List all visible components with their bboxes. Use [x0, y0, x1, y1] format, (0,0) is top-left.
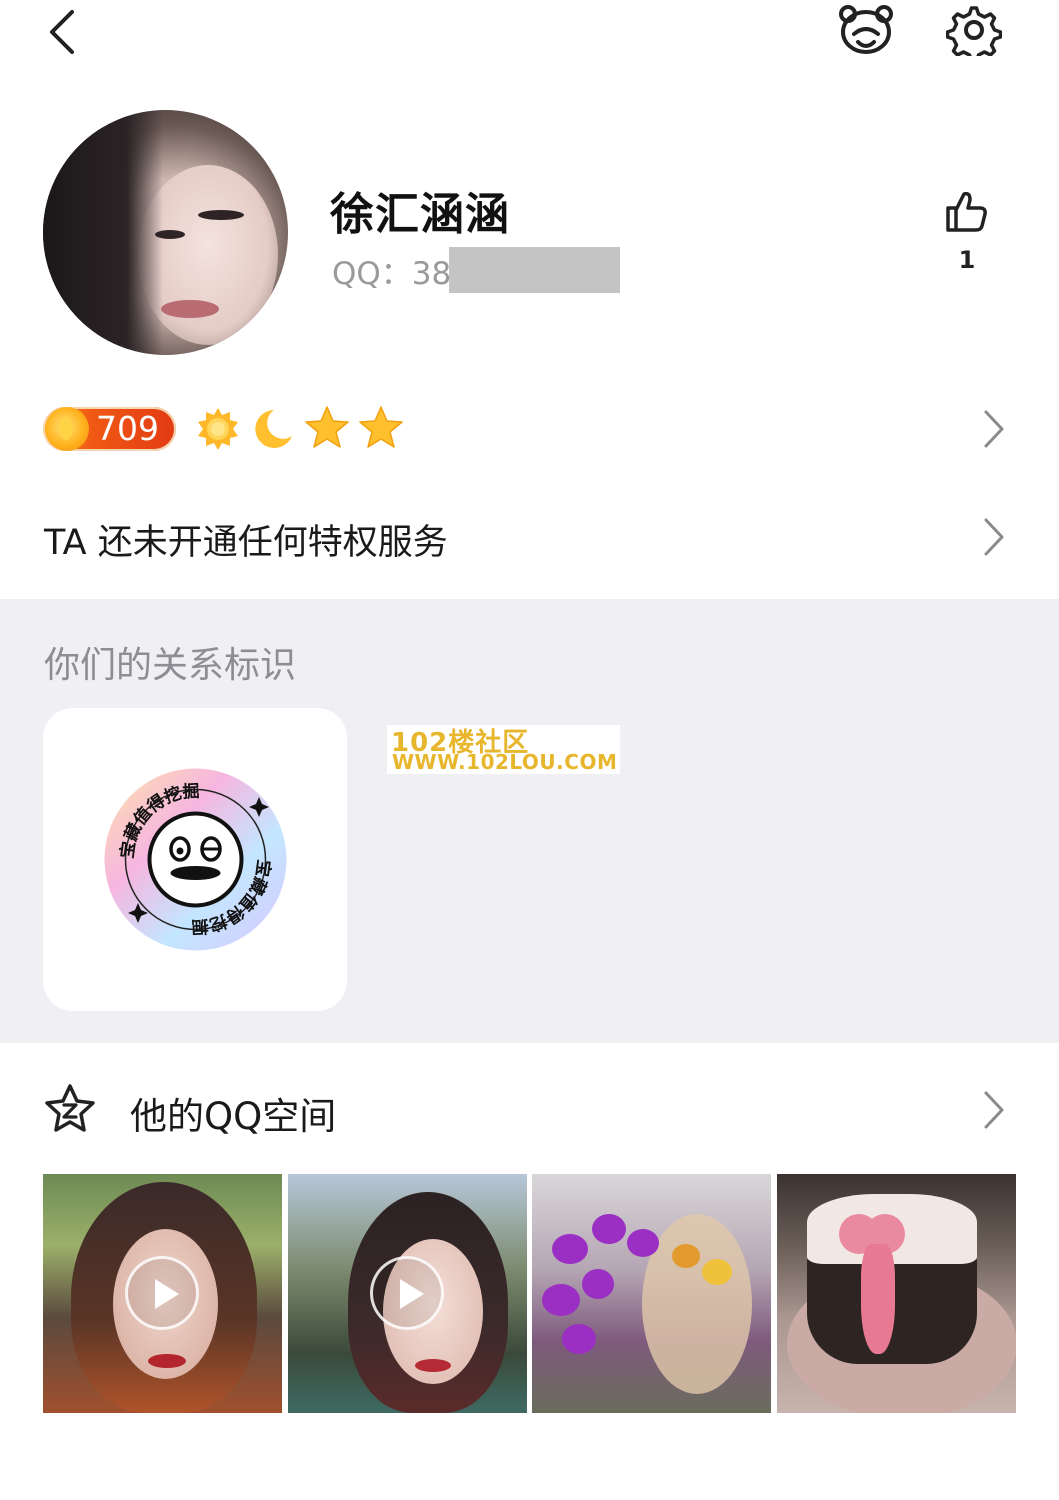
like-button[interactable] [944, 188, 990, 234]
profile-name: 徐汇涵涵 [330, 189, 510, 240]
level-value: 709 [96, 409, 159, 448]
chevron-right-icon [982, 516, 1006, 558]
bear-face-icon [839, 5, 893, 54]
bear-face-button[interactable] [836, 4, 896, 56]
qq-number: QQ：38 [332, 256, 452, 292]
qzone-star-icon [44, 1083, 96, 1135]
qzone-photo-thumbnail[interactable] [777, 1174, 1016, 1413]
qq-number-redaction [449, 247, 620, 293]
gear-icon [946, 6, 1002, 56]
qzone-photo-thumbnail[interactable] [532, 1174, 771, 1413]
watermark-url: WWW.102LOU.COM [392, 750, 618, 774]
play-icon [370, 1256, 444, 1330]
qzone-video-thumbnail[interactable] [43, 1174, 282, 1413]
chevron-right-icon [982, 408, 1006, 450]
qzone-video-thumbnail[interactable] [288, 1174, 527, 1413]
qzone-title: 他的QQ空间 [130, 1095, 337, 1138]
thumbs-up-icon [946, 191, 987, 232]
chevron-right-icon [982, 1089, 1006, 1131]
play-icon [125, 1256, 199, 1330]
moon-icon [250, 406, 296, 452]
treasure-badge-icon: 宝藏值得挖掘 宝藏值得挖掘 [103, 767, 288, 952]
privilege-text: TA 还未开通任何特权服务 [44, 523, 448, 563]
chevron-left-icon [50, 10, 74, 54]
sun-icon [195, 406, 241, 452]
star-icon [357, 404, 405, 452]
like-count: 1 [958, 246, 976, 274]
back-button[interactable] [40, 4, 90, 56]
settings-button[interactable] [946, 4, 1002, 56]
star-icon [303, 404, 351, 452]
coin-icon [45, 407, 89, 451]
relationship-title: 你们的关系标识 [44, 645, 297, 686]
avatar[interactable] [43, 110, 288, 355]
